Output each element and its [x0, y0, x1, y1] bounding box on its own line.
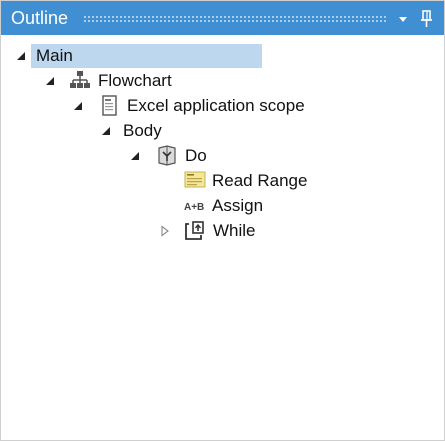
tree-item-while[interactable]: While	[1, 218, 444, 243]
tree-item-excel-application-scope[interactable]: Excel application scope	[1, 93, 444, 118]
assign-icon: A+B	[183, 195, 209, 216]
while-loop-icon	[184, 220, 206, 241]
panel-titlebar[interactable]: Outline	[1, 1, 444, 35]
pin-icon	[421, 10, 432, 27]
flowchart-icon	[69, 70, 91, 91]
tree-item-label: Do	[185, 146, 207, 165]
tree-item-label: Flowchart	[98, 71, 172, 90]
expanded-arrow-icon[interactable]	[44, 74, 56, 86]
tree-item-do[interactable]: Do	[1, 143, 444, 168]
panel-title: Outline	[11, 8, 69, 28]
outline-tree: Main Flowchart Excel application scope B…	[1, 35, 444, 440]
tree-item-label: Excel application scope	[127, 96, 305, 115]
titlebar-grip[interactable]	[83, 15, 386, 22]
tree-item-label: Main	[36, 46, 73, 65]
expanded-arrow-icon[interactable]	[100, 124, 112, 136]
expanded-arrow-icon[interactable]	[129, 149, 141, 161]
assign-icon-text: A+B	[184, 202, 204, 213]
document-icon	[99, 95, 121, 116]
collapsed-arrow-icon[interactable]	[159, 224, 171, 237]
sequence-icon	[156, 145, 178, 166]
tree-item-label: While	[213, 221, 256, 240]
panel-menu-button[interactable]	[394, 10, 412, 28]
pin-button[interactable]	[418, 9, 436, 29]
expanded-arrow-icon[interactable]	[15, 49, 27, 61]
tree-item-main[interactable]: Main	[1, 43, 444, 68]
chevron-down-icon	[399, 17, 407, 22]
tree-item-label: Assign	[212, 196, 264, 215]
read-range-icon	[184, 170, 206, 191]
expanded-arrow-icon[interactable]	[72, 99, 84, 111]
tree-item-flowchart[interactable]: Flowchart	[1, 68, 444, 93]
tree-item-read-range[interactable]: Read Range	[1, 168, 444, 193]
tree-item-body[interactable]: Body	[1, 118, 444, 143]
tree-item-label: Read Range	[212, 171, 308, 190]
tree-item-label: Body	[123, 121, 162, 140]
outline-panel: Outline Main Flowchart Excel application…	[0, 0, 445, 441]
tree-item-assign[interactable]: A+B Assign	[1, 193, 444, 218]
